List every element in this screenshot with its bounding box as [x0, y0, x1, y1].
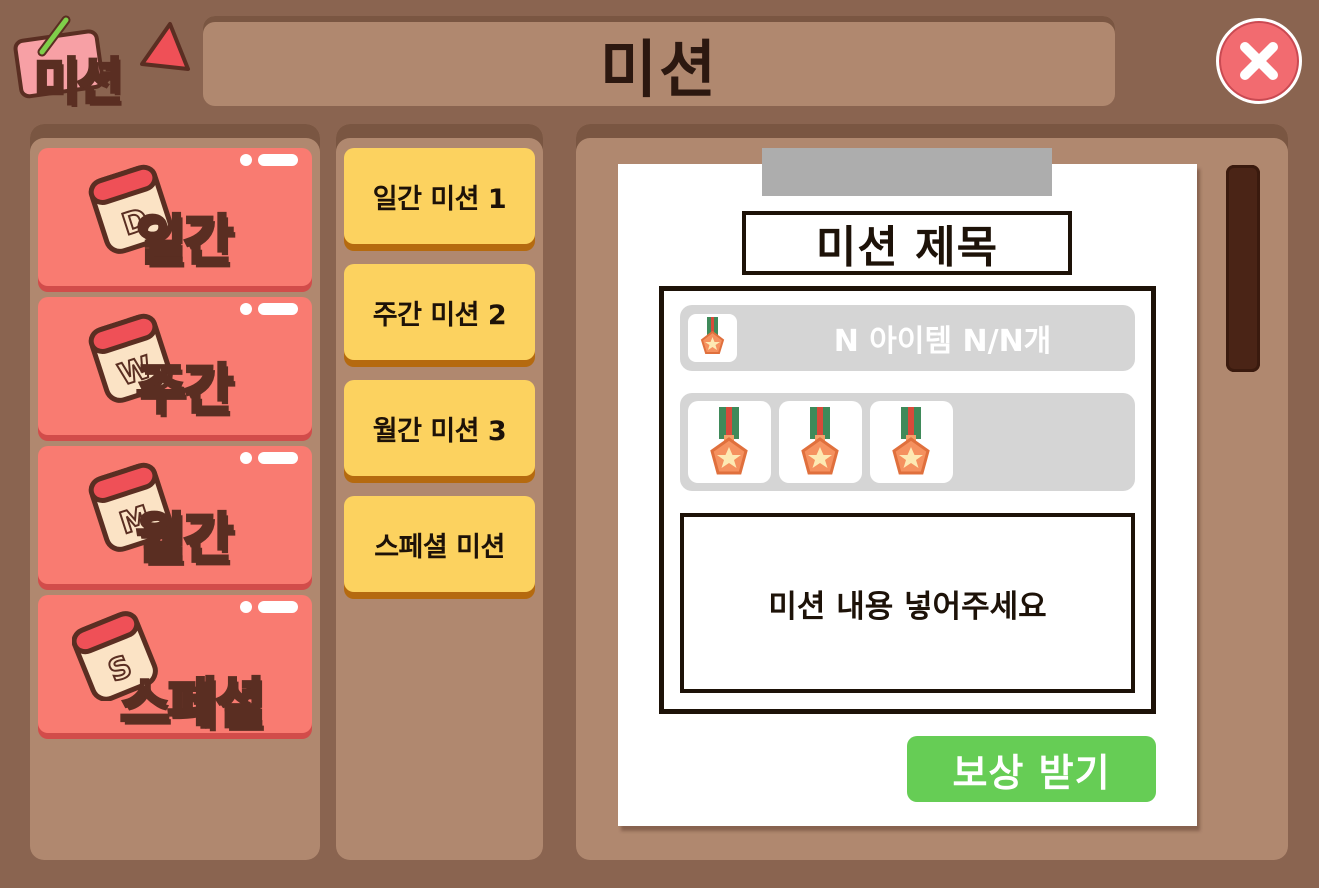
detail-scrollbar[interactable]	[1226, 165, 1260, 372]
claim-reward-button[interactable]: 보상 받기	[907, 736, 1156, 802]
logo-text: 미션	[33, 52, 125, 113]
category-special-button[interactable]: S 스페셜	[38, 595, 312, 737]
category-monthly-button[interactable]: M 월간	[38, 446, 312, 584]
mission-item-label: 일간 미션 1	[372, 183, 507, 215]
mission-logo: 미션	[10, 14, 195, 113]
mission-item-4[interactable]: 스페셜 미션	[344, 496, 535, 592]
reward-text: N 아이템 N/N개	[833, 324, 1052, 359]
mission-item-3[interactable]: 월간 미션 3	[344, 380, 535, 476]
reward-slot	[688, 314, 737, 362]
close-x-icon	[1240, 42, 1278, 80]
decor-dots	[240, 601, 302, 613]
title-bar: 미션	[203, 16, 1115, 106]
category-label: 월간	[134, 506, 234, 572]
claim-reward-label: 보상 받기	[952, 750, 1111, 795]
mission-item-label: 월간 미션 3	[372, 415, 507, 447]
decor-dots	[240, 452, 302, 464]
medal-icon	[892, 407, 930, 475]
category-daily-button[interactable]: D 일간	[38, 148, 312, 286]
reward-summary-row: N 아이템 N/N개	[680, 305, 1135, 371]
page-title: 미션	[599, 33, 719, 106]
item-slot[interactable]	[688, 401, 771, 483]
category-weekly-button[interactable]: W 주간	[38, 297, 312, 435]
mission-title: 미션 제목	[815, 222, 999, 273]
category-label: 주간	[134, 357, 234, 423]
clipboard-clip	[762, 148, 1052, 196]
mission-title-box: 미션 제목	[742, 211, 1072, 275]
medal-icon	[710, 407, 748, 475]
mission-item-label: 주간 미션 2	[372, 299, 507, 331]
reward-items-row	[680, 393, 1135, 491]
decor-dots	[240, 154, 302, 166]
item-slot[interactable]	[779, 401, 862, 483]
mission-item-2[interactable]: 주간 미션 2	[344, 264, 535, 360]
mission-description: 미션 내용 넣어주세요	[768, 588, 1047, 625]
item-slot[interactable]	[870, 401, 953, 483]
mission-description-box: 미션 내용 넣어주세요	[680, 513, 1135, 693]
medal-icon	[801, 407, 839, 475]
decor-dots	[240, 303, 302, 315]
category-label: 스페셜	[118, 671, 266, 737]
mission-item-label: 스페셜 미션	[374, 531, 505, 563]
close-button[interactable]	[1216, 18, 1302, 104]
mission-item-1[interactable]: 일간 미션 1	[344, 148, 535, 244]
category-label: 일간	[134, 208, 234, 274]
medal-icon	[700, 317, 725, 354]
